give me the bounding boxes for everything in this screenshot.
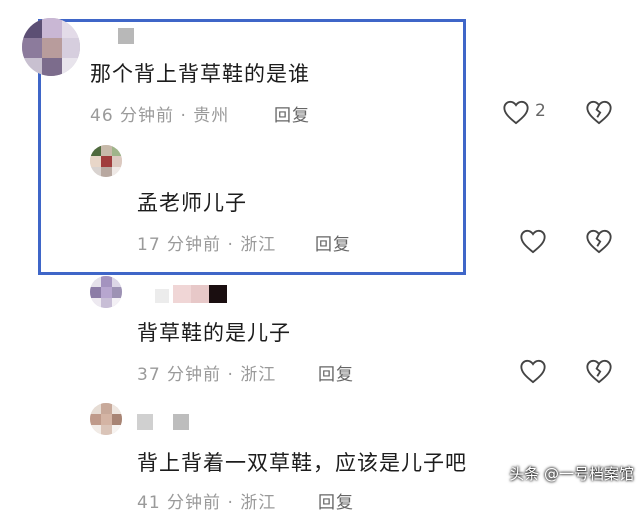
username-redacted[interactable] (155, 285, 227, 303)
broken-heart-icon[interactable] (585, 358, 613, 384)
comment-meta: 37 分钟前 · 浙江 (137, 365, 277, 385)
reply-button[interactable]: 回复 (274, 101, 310, 126)
username-redacted[interactable] (118, 28, 134, 44)
avatar[interactable] (22, 18, 80, 76)
avatar[interactable] (90, 276, 122, 308)
reply-button[interactable]: 回复 (318, 360, 354, 385)
comment-text: 背上背着一双草鞋，应该是儿子吧 (137, 451, 467, 475)
comment-text: 背草鞋的是儿子 (137, 321, 291, 345)
comment-text: 孟老师儿子 (137, 191, 247, 215)
comment-meta: 17 分钟前 · 浙江 (137, 235, 277, 255)
reply-button[interactable]: 回复 (315, 230, 351, 255)
broken-heart-icon[interactable] (585, 228, 613, 254)
comment-meta: 46 分钟前 · 贵州 (90, 106, 230, 126)
comment-text: 那个背上背草鞋的是谁 (90, 62, 310, 86)
broken-heart-icon[interactable] (585, 99, 613, 125)
heart-icon[interactable] (502, 99, 530, 125)
heart-icon[interactable] (519, 358, 547, 384)
comment-meta: 41 分钟前 · 浙江 (137, 493, 277, 513)
username-redacted[interactable] (137, 414, 189, 430)
avatar[interactable] (90, 403, 122, 435)
heart-icon[interactable] (519, 228, 547, 254)
avatar[interactable] (90, 145, 122, 177)
like-count: 2 (535, 101, 546, 121)
reply-button[interactable]: 回复 (318, 488, 354, 513)
watermark: 头条 @一号档案馆 (509, 465, 634, 483)
